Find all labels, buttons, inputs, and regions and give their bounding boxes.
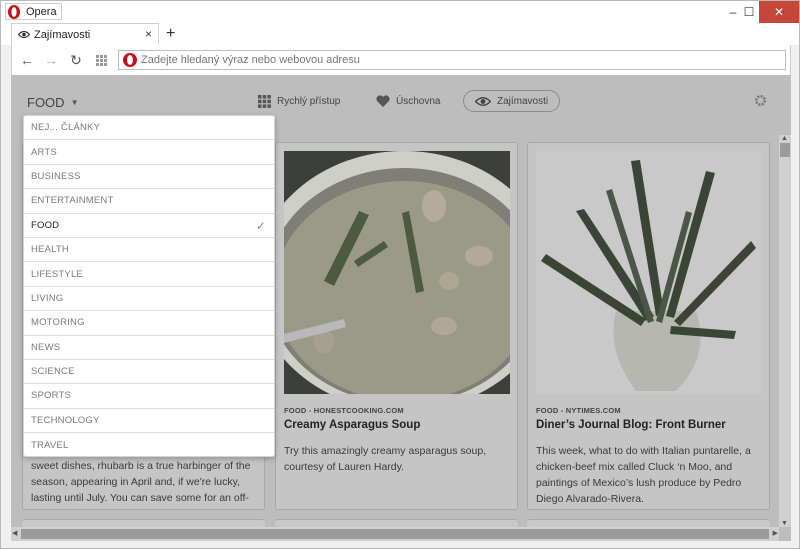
- category-option-food[interactable]: FOOD ✓: [24, 214, 274, 238]
- opera-menu-label: Opera: [26, 5, 57, 18]
- navigation-toolbar: ← → ↻: [11, 45, 791, 75]
- article-description: Try this amazingly creamy asparagus soup…: [284, 445, 487, 473]
- vertical-scrollbar[interactable]: ▲ ▼: [779, 135, 791, 527]
- grid-icon: [258, 94, 271, 108]
- category-option-sports[interactable]: SPORTS: [24, 384, 274, 409]
- scroll-left-icon[interactable]: ◀: [12, 529, 17, 537]
- scroll-up-icon[interactable]: ▲: [781, 135, 788, 142]
- article-source: FOOD - HONESTCOOKING.COM: [284, 406, 404, 415]
- scroll-down-icon[interactable]: ▼: [781, 520, 788, 527]
- article-image: [284, 151, 510, 394]
- nav-discover[interactable]: Zajímavosti: [463, 90, 561, 112]
- opera-menu-button[interactable]: Opera: [5, 3, 62, 20]
- category-option-living[interactable]: LIVING: [24, 287, 274, 312]
- opera-address-icon: [123, 53, 137, 67]
- back-button[interactable]: ←: [18, 51, 36, 69]
- tab-label: Zajímavosti: [34, 28, 91, 41]
- category-option-label: HEALTH: [31, 244, 69, 256]
- category-option-motoring[interactable]: MOTORING: [24, 311, 274, 336]
- nav-speed-dial-label: Rychlý přístup: [277, 95, 341, 107]
- tab-strip: Zajímavosti × +: [1, 23, 799, 45]
- category-option-label: MOTORING: [31, 317, 85, 329]
- article-card[interactable]: FOOD - HONESTCOOKING.COM Creamy Asparagu…: [275, 142, 518, 510]
- article-title[interactable]: Diner’s Journal Blog: Front Burner: [536, 419, 762, 431]
- article-description: sweet dishes, rhubarb is a true harbinge…: [31, 460, 251, 504]
- reload-button[interactable]: ↻: [67, 51, 85, 69]
- category-option-label: LIVING: [31, 292, 64, 304]
- category-option-label: NEWS: [31, 341, 61, 353]
- category-option-label: SCIENCE: [31, 366, 75, 378]
- category-dropdown: NEJ... ČLÁNKY ARTS BUSINESS ENTERTAINMEN…: [23, 115, 275, 457]
- category-option-science[interactable]: SCIENCE: [24, 360, 274, 385]
- category-option-label: TECHNOLOGY: [31, 414, 100, 426]
- category-option-label: ARTS: [31, 146, 57, 158]
- category-option-label: LIFESTYLE: [31, 268, 83, 280]
- speed-dial-grid-icon[interactable]: [92, 51, 110, 69]
- category-option-entertainment[interactable]: ENTERTAINMENT: [24, 189, 274, 214]
- vertical-scroll-thumb[interactable]: [780, 143, 790, 157]
- nav-discover-label: Zajímavosti: [497, 95, 549, 107]
- opera-logo-icon: [6, 4, 22, 20]
- scroll-right-icon[interactable]: ▶: [773, 529, 778, 537]
- category-option-label: NEJ... ČLÁNKY: [31, 122, 101, 134]
- address-bar[interactable]: [118, 50, 786, 70]
- forward-button[interactable]: →: [42, 51, 60, 69]
- category-option-label: TRAVEL: [31, 439, 69, 451]
- category-option-label: ENTERTAINMENT: [31, 195, 114, 207]
- tab-zajimavosti[interactable]: Zajímavosti ×: [11, 23, 159, 45]
- category-option-health[interactable]: HEALTH: [24, 238, 274, 263]
- title-bar: Opera – ☐ ✕: [1, 1, 799, 23]
- horizontal-scroll-thumb[interactable]: [21, 529, 769, 539]
- article-image: [536, 151, 762, 394]
- category-option-technology[interactable]: TECHNOLOGY: [24, 409, 274, 434]
- category-option-arts[interactable]: ARTS: [24, 140, 274, 165]
- close-window-button[interactable]: ✕: [759, 1, 799, 23]
- address-input[interactable]: [141, 54, 741, 66]
- nav-speed-dial[interactable]: Rychlý přístup: [258, 90, 340, 112]
- nav-stash[interactable]: Úschovna: [376, 90, 440, 112]
- category-option-lifestyle[interactable]: LIFESTYLE: [24, 262, 274, 287]
- browser-window: Opera – ☐ ✕ Zajímavosti × + ← → ↻ FOOD: [0, 0, 800, 549]
- eye-icon: [475, 96, 491, 106]
- category-select[interactable]: FOOD ▼: [27, 95, 78, 110]
- nav-stash-label: Úschovna: [396, 95, 441, 107]
- gear-icon[interactable]: [754, 94, 767, 112]
- horizontal-scrollbar[interactable]: ◀ ▶: [11, 527, 779, 541]
- discover-page: FOOD ▼ Rychlý přístup Úschovna Zajímavos…: [11, 75, 791, 541]
- category-select-value: FOOD: [27, 95, 65, 110]
- new-tab-button[interactable]: +: [166, 25, 175, 43]
- category-option-label: SPORTS: [31, 390, 72, 402]
- heart-icon: [376, 95, 390, 107]
- article-description: This week, what to do with Italian punta…: [536, 445, 751, 505]
- category-option-news[interactable]: NEWS: [24, 336, 274, 360]
- eye-icon: [18, 30, 30, 39]
- category-option-label: BUSINESS: [31, 170, 81, 182]
- chevron-down-icon: ▼: [70, 98, 79, 107]
- article-source: FOOD - NYTIMES.COM: [536, 406, 621, 415]
- category-option-travel[interactable]: TRAVEL: [24, 433, 274, 456]
- category-option-top[interactable]: NEJ... ČLÁNKY: [24, 116, 274, 141]
- category-option-label: FOOD: [31, 219, 60, 231]
- article-card[interactable]: FOOD - NYTIMES.COM Diner’s Journal Blog:…: [527, 142, 770, 510]
- article-title[interactable]: Creamy Asparagus Soup: [284, 419, 510, 431]
- checkmark-icon: ✓: [255, 218, 266, 233]
- category-option-business[interactable]: BUSINESS: [24, 165, 274, 190]
- tab-close-icon[interactable]: ×: [145, 27, 152, 41]
